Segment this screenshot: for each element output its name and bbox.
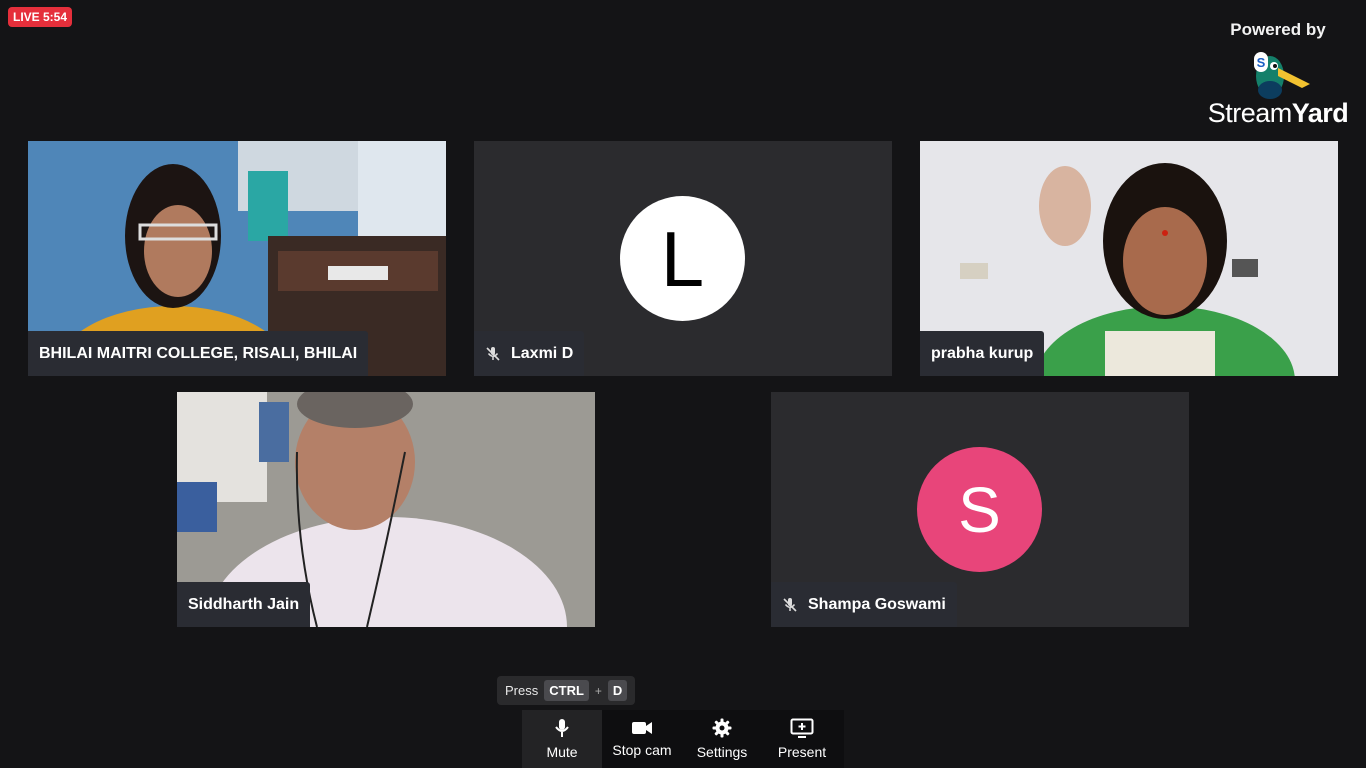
streamyard-logo-icon: S (1254, 52, 1310, 99)
hint-key-ctrl: CTRL (544, 680, 589, 701)
avatar-initial: L (660, 214, 705, 303)
participant-tile-laxmi-d[interactable]: L Laxmi D (474, 141, 892, 376)
participant-name-tag: BHILAI MAITRI COLLEGE, RISALI, BHILAI (28, 331, 369, 376)
powered-by-branding: Powered by S StreamYard (1200, 18, 1356, 138)
present-button[interactable]: Present (762, 710, 842, 768)
gear-icon (712, 718, 732, 738)
mute-button[interactable]: Mute (522, 710, 602, 768)
participant-name: prabha kurup (931, 344, 1034, 362)
participant-name-tag: Laxmi D (474, 331, 585, 376)
participant-name: Shampa Goswami (808, 595, 946, 613)
muted-microphone-icon (783, 597, 797, 612)
camera-icon (632, 722, 652, 734)
hint-plus: + (594, 683, 602, 698)
live-badge: LIVE 5:54 (8, 7, 73, 27)
muted-microphone-icon (486, 346, 500, 361)
participant-name-tag: prabha kurup (920, 331, 1045, 376)
microphone-icon (555, 719, 569, 737)
participant-tile-bhilai-maitri-college[interactable]: BHILAI MAITRI COLLEGE, RISALI, BHILAI (28, 141, 446, 376)
participant-name-tag: Siddharth Jain (177, 582, 311, 627)
call-controls-toolbar: Mute Stop cam Settings Present (522, 710, 844, 768)
participant-tile-siddharth-jain[interactable]: Siddharth Jain (177, 392, 595, 627)
mute-button-label: Mute (546, 744, 578, 760)
settings-button-label: Settings (696, 744, 748, 760)
hint-press-text: Press (505, 683, 539, 698)
participant-tile-prabha-kurup[interactable]: prabha kurup (920, 141, 1338, 376)
participant-tile-shampa-goswami[interactable]: S Shampa Goswami (771, 392, 1189, 627)
svg-text:S: S (1257, 55, 1266, 70)
stop-cam-button[interactable]: Stop cam (602, 710, 682, 768)
stop-cam-button-label: Stop cam (612, 742, 672, 758)
keyboard-shortcut-hint: Press CTRL + D (497, 676, 636, 705)
hint-key-d: D (607, 680, 628, 701)
present-screen-icon (790, 718, 814, 738)
settings-button[interactable]: Settings (682, 710, 762, 768)
present-button-label: Present (777, 744, 827, 760)
participant-avatar: S (917, 447, 1042, 572)
participant-name: Laxmi D (511, 344, 574, 362)
participant-name-tag: Shampa Goswami (771, 582, 957, 627)
participant-avatar: L (620, 196, 745, 321)
powered-by-text: Powered by (1230, 20, 1326, 39)
participant-name: Siddharth Jain (188, 595, 300, 613)
streamyard-wordmark: StreamYard (1207, 98, 1349, 128)
participant-name: BHILAI MAITRI COLLEGE, RISALI, BHILAI (39, 344, 358, 362)
avatar-initial: S (958, 473, 1001, 546)
